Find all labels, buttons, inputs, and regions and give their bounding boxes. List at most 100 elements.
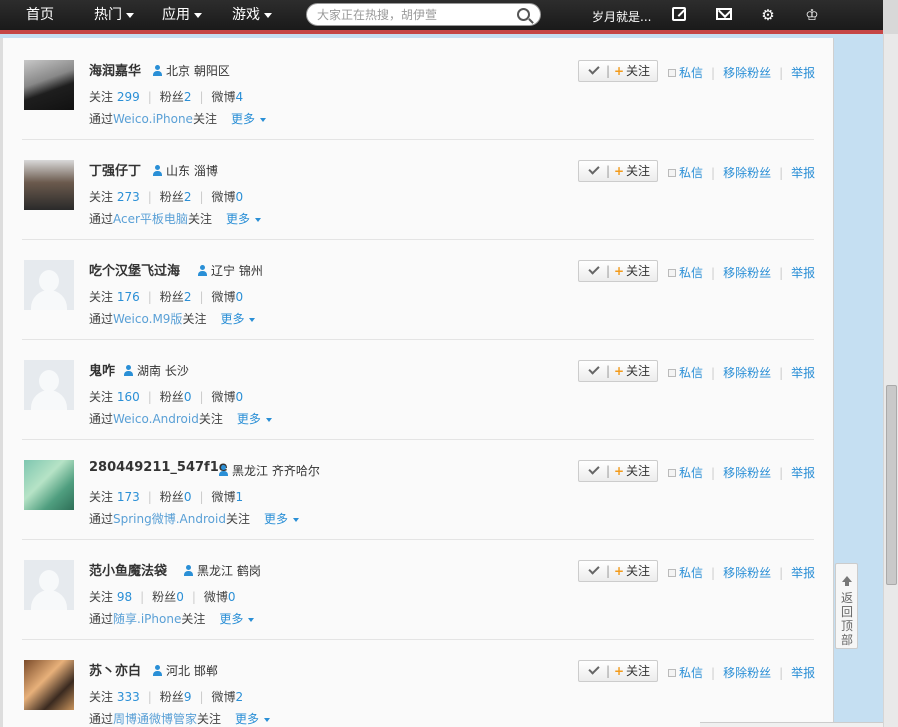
message-link[interactable]: 私信 xyxy=(679,466,703,480)
fans-count[interactable]: 2 xyxy=(184,290,192,304)
follow-button[interactable]: | + 关注 xyxy=(578,660,658,682)
fan-name[interactable]: 吃个汉堡飞过海 xyxy=(89,260,180,279)
fans-count[interactable]: 2 xyxy=(184,190,192,204)
more-dropdown[interactable]: 更多 xyxy=(264,512,299,526)
fans-count[interactable]: 0 xyxy=(184,390,192,404)
message-link[interactable]: 私信 xyxy=(679,666,703,680)
following-count[interactable]: 299 xyxy=(117,90,140,104)
search-box[interactable] xyxy=(306,3,541,26)
fans-count[interactable]: 9 xyxy=(184,690,192,704)
message-checkbox[interactable] xyxy=(668,469,676,477)
avatar[interactable] xyxy=(24,360,74,410)
more-dropdown[interactable]: 更多 xyxy=(231,112,266,126)
report-link[interactable]: 举报 xyxy=(791,466,815,480)
mail-icon[interactable] xyxy=(716,8,732,20)
fan-name[interactable]: 海润嘉华 xyxy=(89,60,141,79)
following-count[interactable]: 160 xyxy=(117,390,140,404)
message-checkbox[interactable] xyxy=(668,169,676,177)
message-link[interactable]: 私信 xyxy=(679,266,703,280)
nav-hot[interactable]: 热门 xyxy=(94,6,134,24)
fan-name[interactable]: 丁强仔丁 xyxy=(89,160,141,179)
fan-name[interactable]: 范小鱼魔法袋 xyxy=(89,560,167,579)
user-name-link[interactable]: 岁月就是... xyxy=(592,8,651,25)
report-link[interactable]: 举报 xyxy=(791,666,815,680)
fan-name[interactable]: 鬼咋 xyxy=(89,360,115,379)
gear-icon[interactable]: ⚙ xyxy=(759,7,777,23)
edit-icon[interactable] xyxy=(672,7,686,21)
via-app-link[interactable]: Weico.Android xyxy=(113,412,199,426)
via-app-link[interactable]: 随享.iPhone xyxy=(113,612,181,626)
report-link[interactable]: 举报 xyxy=(791,166,815,180)
message-checkbox[interactable] xyxy=(668,269,676,277)
remove-fan-link[interactable]: 移除粉丝 xyxy=(723,66,771,80)
fans-count[interactable]: 2 xyxy=(184,90,192,104)
following-count[interactable]: 98 xyxy=(117,590,132,604)
report-link[interactable]: 举报 xyxy=(791,66,815,80)
avatar[interactable] xyxy=(24,560,74,610)
back-to-top-button[interactable]: 返回顶部 xyxy=(835,563,858,649)
follow-button[interactable]: | + 关注 xyxy=(578,360,658,382)
following-count[interactable]: 333 xyxy=(117,690,140,704)
message-link[interactable]: 私信 xyxy=(679,566,703,580)
more-dropdown[interactable]: 更多 xyxy=(220,312,256,326)
via-app-link[interactable]: 周博通微博管家 xyxy=(113,712,197,726)
message-checkbox[interactable] xyxy=(668,569,676,577)
message-checkbox[interactable] xyxy=(668,69,676,77)
weibo-count[interactable]: 0 xyxy=(236,390,244,404)
avatar[interactable] xyxy=(24,260,74,310)
more-dropdown[interactable]: 更多 xyxy=(219,612,255,626)
fan-row: 鬼咋 湖南 长沙 关注 160 | 粉丝0 | 微博0 通过Weico.Android关… xyxy=(22,340,815,440)
following-count[interactable]: 176 xyxy=(117,290,140,304)
message-checkbox[interactable] xyxy=(668,669,676,677)
vertical-scrollbar[interactable] xyxy=(883,34,898,727)
weibo-count[interactable]: 1 xyxy=(236,490,244,504)
search-icon[interactable] xyxy=(517,8,530,21)
more-dropdown[interactable]: 更多 xyxy=(235,712,271,726)
weibo-count[interactable]: 4 xyxy=(236,90,244,104)
follow-button[interactable]: | + 关注 xyxy=(578,60,658,82)
fans-count[interactable]: 0 xyxy=(184,490,192,504)
via-app-link[interactable]: Acer平板电脑 xyxy=(113,212,188,226)
follow-button[interactable]: | + 关注 xyxy=(578,160,658,182)
message-link[interactable]: 私信 xyxy=(679,66,703,80)
search-input[interactable] xyxy=(317,6,507,23)
follow-button[interactable]: | + 关注 xyxy=(578,460,658,482)
scrollbar-thumb[interactable] xyxy=(886,385,897,585)
nav-home[interactable]: 首页 xyxy=(26,6,54,24)
fan-name[interactable]: 苏丶亦白 xyxy=(89,660,141,679)
via-app-link[interactable]: Spring微博.Android xyxy=(113,512,226,526)
via-app-link[interactable]: Weico.M9版 xyxy=(113,312,182,326)
crown-icon[interactable]: ♔ xyxy=(803,7,821,23)
nav-apps[interactable]: 应用 xyxy=(162,6,202,24)
remove-fan-link[interactable]: 移除粉丝 xyxy=(723,666,771,680)
fans-count[interactable]: 0 xyxy=(176,590,184,604)
message-checkbox[interactable] xyxy=(668,369,676,377)
fan-name[interactable]: 280449211_547f1e xyxy=(89,460,228,475)
remove-fan-link[interactable]: 移除粉丝 xyxy=(723,466,771,480)
avatar[interactable] xyxy=(24,660,74,710)
message-link[interactable]: 私信 xyxy=(679,166,703,180)
weibo-count[interactable]: 0 xyxy=(228,590,236,604)
follow-button[interactable]: | + 关注 xyxy=(578,260,658,282)
remove-fan-link[interactable]: 移除粉丝 xyxy=(723,266,771,280)
weibo-count[interactable]: 2 xyxy=(236,690,244,704)
report-link[interactable]: 举报 xyxy=(791,566,815,580)
more-dropdown[interactable]: 更多 xyxy=(237,412,272,426)
via-app-link[interactable]: Weico.iPhone xyxy=(113,112,193,126)
remove-fan-link[interactable]: 移除粉丝 xyxy=(723,566,771,580)
follow-button[interactable]: | + 关注 xyxy=(578,560,658,582)
message-link[interactable]: 私信 xyxy=(679,366,703,380)
report-link[interactable]: 举报 xyxy=(791,366,815,380)
avatar[interactable] xyxy=(24,460,74,510)
avatar[interactable] xyxy=(24,60,74,110)
remove-fan-link[interactable]: 移除粉丝 xyxy=(723,166,771,180)
following-count[interactable]: 173 xyxy=(117,490,140,504)
weibo-count[interactable]: 0 xyxy=(236,290,244,304)
remove-fan-link[interactable]: 移除粉丝 xyxy=(723,366,771,380)
nav-games[interactable]: 游戏 xyxy=(232,6,272,24)
more-dropdown[interactable]: 更多 xyxy=(226,212,261,226)
following-count[interactable]: 273 xyxy=(117,190,140,204)
report-link[interactable]: 举报 xyxy=(791,266,815,280)
weibo-count[interactable]: 0 xyxy=(236,190,244,204)
avatar[interactable] xyxy=(24,160,74,210)
